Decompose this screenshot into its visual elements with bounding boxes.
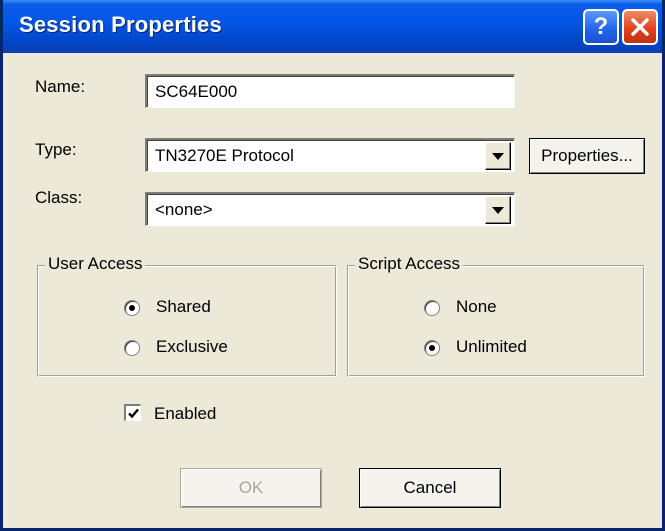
user-access-group: User Access Shared Exclusive [37, 254, 337, 377]
type-value: TN3270E Protocol [155, 146, 294, 165]
cancel-button[interactable]: Cancel [359, 468, 501, 508]
help-icon: ? [593, 13, 609, 40]
chevron-down-icon [492, 153, 504, 160]
name-label: Name: [35, 77, 86, 96]
type-dropdown[interactable]: TN3270E Protocol [145, 138, 515, 172]
class-dropdown[interactable]: <none> [145, 192, 515, 226]
class-value: <none> [155, 200, 213, 219]
ok-button[interactable]: OK [180, 468, 322, 508]
enabled-checkbox[interactable] [124, 404, 141, 421]
name-value: SC64E000 [155, 82, 238, 101]
session-properties-dialog: Session Properties ? Name: SC64E000 Type… [0, 0, 665, 531]
properties-button[interactable]: Properties... [529, 138, 645, 174]
class-dropdown-button[interactable] [485, 196, 511, 224]
title-bar[interactable]: Session Properties ? [3, 0, 662, 53]
chevron-down-icon [492, 207, 504, 214]
type-label: Type: [35, 140, 77, 159]
exclusive-radio[interactable] [124, 340, 140, 356]
close-icon [631, 18, 649, 36]
script-access-group: Script Access None Unlimited [347, 254, 645, 377]
window-title: Session Properties [19, 12, 222, 37]
user-access-title: User Access [45, 254, 146, 274]
type-dropdown-button[interactable] [485, 142, 511, 170]
check-icon [128, 408, 139, 419]
name-input[interactable]: SC64E000 [145, 74, 515, 108]
none-label[interactable]: None [456, 297, 497, 317]
shared-radio[interactable] [124, 300, 140, 316]
none-radio[interactable] [424, 300, 440, 316]
unlimited-radio[interactable] [424, 340, 440, 356]
exclusive-label[interactable]: Exclusive [156, 337, 228, 357]
enabled-label[interactable]: Enabled [154, 404, 216, 424]
shared-label[interactable]: Shared [156, 297, 211, 317]
class-label: Class: [35, 188, 83, 207]
close-button[interactable] [622, 9, 658, 45]
unlimited-label[interactable]: Unlimited [456, 337, 527, 357]
help-button[interactable]: ? [583, 9, 619, 45]
script-access-title: Script Access [355, 254, 464, 274]
